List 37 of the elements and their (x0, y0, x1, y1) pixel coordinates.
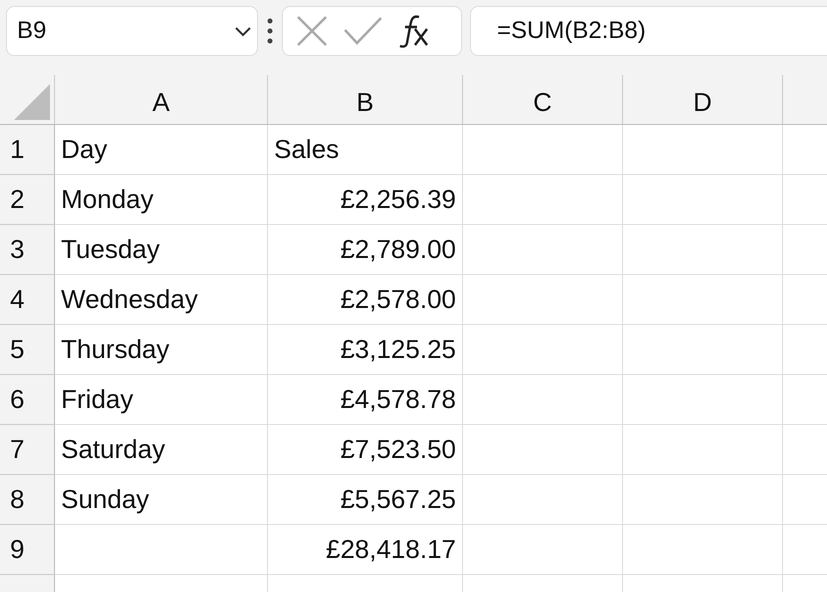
table-cell: £28,418.17 (268, 525, 463, 575)
name-box[interactable]: B9 (6, 6, 258, 56)
table-cell: Friday (55, 375, 268, 425)
row-header[interactable]: 7 (0, 425, 55, 475)
column-header[interactable]: A (55, 75, 268, 124)
cell-reference: B9 (17, 17, 46, 45)
cancel-icon[interactable] (295, 14, 329, 48)
more-icon[interactable] (266, 16, 274, 46)
column-header[interactable]: B (268, 75, 463, 124)
table-cell: Sunday (55, 475, 268, 525)
table-cell: Wednesday (55, 275, 268, 325)
table-cell: Saturday (55, 425, 268, 475)
row-header[interactable]: 4 (0, 275, 55, 325)
row-header[interactable]: 5 (0, 325, 55, 375)
column-header[interactable]: C (463, 75, 623, 124)
table-cell: £4,578.78 (268, 375, 463, 425)
table-cell: Thursday (55, 325, 268, 375)
table-cell: £2,789.00 (268, 225, 463, 275)
row-header[interactable]: 8 (0, 475, 55, 525)
column-header[interactable]: D (623, 75, 783, 124)
table-cell: £3,125.25 (268, 325, 463, 375)
table-cell: £5,567.25 (268, 475, 463, 525)
row-header[interactable]: 1 (0, 125, 55, 175)
formula-bar[interactable]: =SUM(B2:B8) (470, 6, 827, 56)
table-cell: £7,523.50 (268, 425, 463, 475)
row-header[interactable]: 9 (0, 525, 55, 575)
table-cell: Day (55, 125, 268, 175)
row-header[interactable]: 2 (0, 175, 55, 225)
check-icon[interactable] (343, 16, 383, 46)
table-cell: £2,578.00 (268, 275, 463, 325)
row-header[interactable]: 6 (0, 375, 55, 425)
table-cell: Tuesday (55, 225, 268, 275)
select-all-icon[interactable] (14, 84, 50, 120)
table-cell: Monday (55, 175, 268, 225)
table-cell: £2,256.39 (268, 175, 463, 225)
row-header[interactable]: 3 (0, 225, 55, 275)
table-cell: Sales (268, 125, 463, 175)
